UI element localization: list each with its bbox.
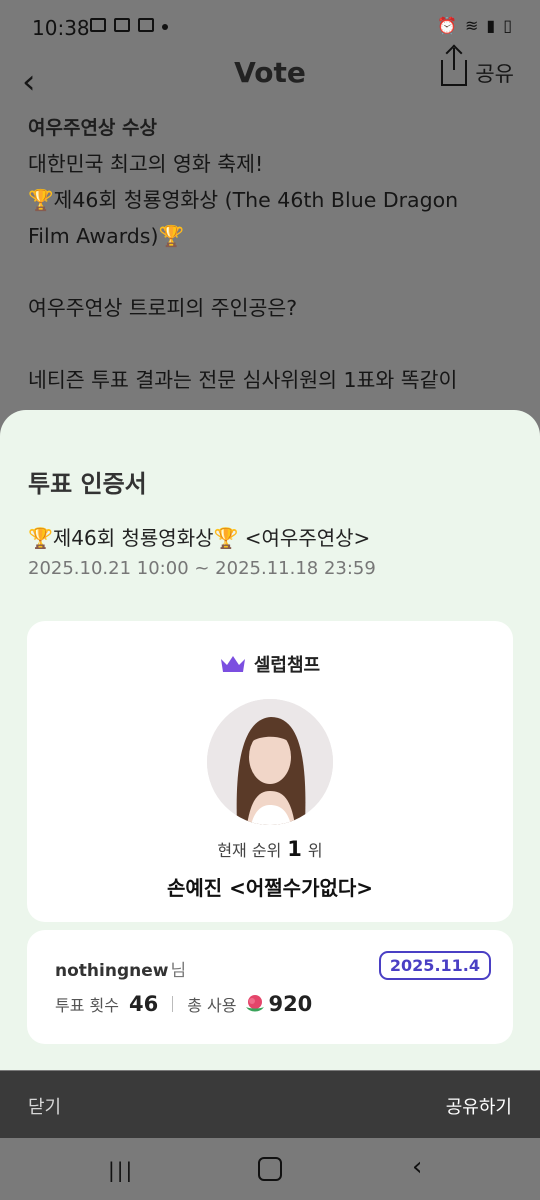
vote-date-badge: 2025.11.4 — [378, 951, 491, 980]
article-line: 네티즌 투표 결과는 전문 심사위원의 1표와 똑같이 — [28, 368, 458, 392]
flower-currency-icon — [246, 995, 265, 1012]
divider — [172, 996, 174, 1012]
brand-name: 셀럽챔프 — [253, 655, 321, 676]
rank-label: 현재 순위 — [217, 841, 282, 860]
user-suffix: 님 — [170, 961, 187, 981]
current-rank: 현재 순위 1 위 — [27, 837, 513, 861]
vote-count: 46 — [128, 992, 159, 1016]
nominee-card: 셀럽챔프 현재 순위 1 위 손예진 <어쩔수가없다> — [27, 621, 513, 922]
gallery-icon — [90, 18, 106, 32]
system-back-icon[interactable]: ‹ — [412, 1152, 422, 1182]
wifi-icon: ≋ — [464, 16, 479, 35]
share-icon — [441, 48, 468, 86]
close-button[interactable]: 닫기 — [28, 1093, 61, 1119]
vote-certificate-sheet: 투표 인증서 🏆제46회 청룡영화상🏆 <여우주연상> 2025.10.21 1… — [0, 410, 540, 1070]
more-notifications-icon — [162, 24, 168, 30]
username: nothingnew — [55, 961, 169, 981]
mail-icon — [114, 18, 130, 32]
sheet-title: 투표 인증서 — [28, 470, 147, 498]
status-bar: 10:38 ⏰ ≋ ▮ ▯ — [0, 0, 540, 56]
action-bar: 닫기 공유하기 — [0, 1071, 540, 1138]
article-line: 여우주연상 트로피의 주인공은? — [28, 296, 298, 320]
system-icons: ⏰ ≋ ▮ ▯ — [437, 16, 512, 35]
recents-icon[interactable]: ||| — [108, 1158, 134, 1182]
article-line: 대한민국 최고의 영화 축제! — [28, 152, 264, 176]
event-title: 🏆제46회 청룡영화상🏆 <여우주연상> — [28, 526, 371, 550]
share-button[interactable]: 공유 — [441, 48, 514, 88]
total-used-label: 총 사용 — [187, 996, 237, 1015]
total-used: 920 — [268, 992, 313, 1016]
rank-suffix: 위 — [307, 841, 323, 860]
status-time: 10:38 — [32, 16, 90, 40]
share-action-button[interactable]: 공유하기 — [446, 1093, 512, 1119]
vote-count-label: 투표 횟수 — [55, 996, 119, 1015]
voter-name: nothingnew 님 — [55, 956, 186, 981]
vote-stats: 투표 횟수 46 총 사용 920 — [55, 992, 312, 1016]
mail-icon — [138, 18, 154, 32]
article-line: Film Awards)🏆 — [28, 224, 184, 248]
article-line: 🏆제46회 청룡영화상 (The 46th Blue Dragon — [28, 188, 459, 212]
article-line — [28, 326, 508, 362]
system-nav-bar: ||| ‹ — [0, 1138, 540, 1200]
vote-period: 2025.10.21 10:00 ~ 2025.11.18 23:59 — [28, 558, 376, 579]
voter-stats-card: nothingnew 님 2025.11.4 투표 횟수 46 총 사용 920 — [27, 930, 513, 1044]
article-category: 여우주연상 수상 — [28, 117, 157, 139]
rank-value: 1 — [287, 837, 302, 861]
nominee-avatar — [207, 699, 333, 825]
nominee-name: 손예진 <어쩔수가없다> — [166, 876, 374, 900]
signal-icon: ▮ — [486, 16, 496, 35]
article-line — [28, 254, 508, 290]
home-icon[interactable] — [258, 1157, 282, 1181]
share-label: 공유 — [475, 62, 514, 86]
battery-icon: ▯ — [503, 16, 512, 35]
brand: 셀럽챔프 — [27, 651, 513, 677]
article-body: 여우주연상 수상 대한민국 최고의 영화 축제! 🏆제46회 청룡영화상 (Th… — [28, 110, 508, 398]
notification-icons — [90, 18, 168, 32]
crown-icon — [220, 656, 245, 672]
top-nav: ‹ Vote 공유 — [0, 48, 540, 116]
alarm-icon: ⏰ — [437, 16, 457, 35]
